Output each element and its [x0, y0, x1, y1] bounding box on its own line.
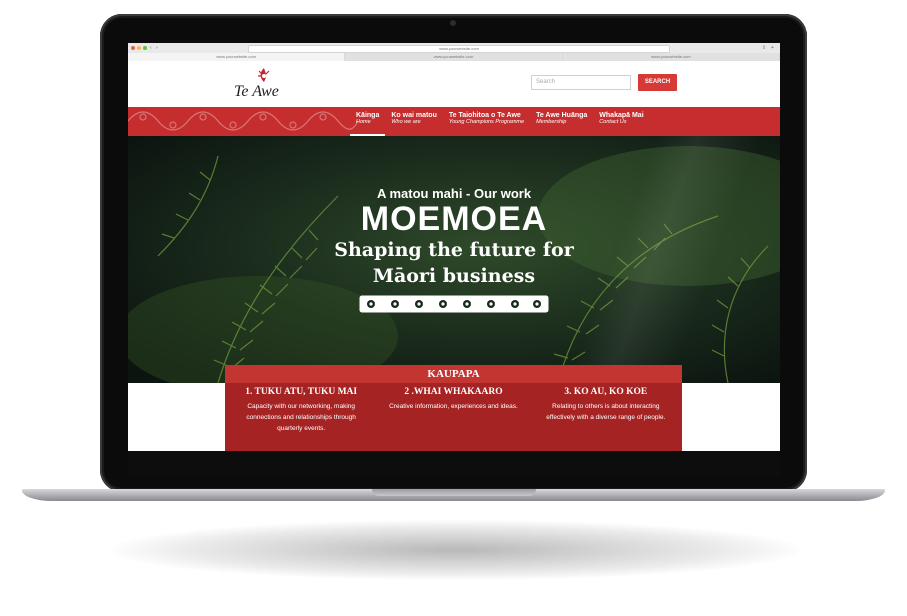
site-header: Te Awe Search SEARCH: [128, 61, 780, 107]
hero-subtitle-line2: Māori business: [372, 265, 536, 287]
nav-item-who-we-are[interactable]: Ko wai matou Who we are: [385, 107, 443, 136]
minimize-icon[interactable]: [137, 46, 141, 50]
nav-sublabel: Membership: [536, 119, 567, 125]
kaupapa-column: 2 .WHAI WHAKAARO Creative information, e…: [377, 387, 529, 434]
nav-item-membership[interactable]: Te Awe Huānga Membership: [530, 107, 593, 136]
camera-icon: [450, 20, 456, 26]
kaupapa-column-text: Capacity with our networking, making con…: [246, 403, 356, 432]
decorative-band-icon: [359, 295, 549, 313]
search-input[interactable]: Search: [531, 75, 631, 90]
hero-text: A matou mahi - Our work MOEMOEA Shaping …: [128, 186, 780, 313]
kaupapa-heading: KAUPAPA: [225, 365, 682, 383]
kaupapa-column: 1. TUKU ATU, TUKU MAI Capacity with our …: [225, 387, 377, 434]
hero-title: MOEMOEA: [360, 200, 548, 238]
nav-label: Kāinga: [356, 112, 380, 119]
screen-bezel-bottom: [128, 451, 780, 477]
nav-item-contact[interactable]: Whakapā Mai Contact Us: [593, 107, 649, 136]
share-icon[interactable]: ⇪: [762, 45, 766, 51]
main-nav: Kāinga Home Ko wai matou Who we are Te T…: [128, 107, 780, 136]
kaupapa-column-text: Creative information, experiences and id…: [389, 403, 518, 410]
nav-sublabel: Home: [356, 119, 371, 125]
tab-strip: www.yourwebsite.com www.yourwebsite.com …: [128, 53, 780, 61]
nav-item-home[interactable]: Kāinga Home: [350, 107, 386, 136]
kaupapa-column-text: Relating to others is about interacting …: [546, 403, 666, 421]
nav-item-young-champions[interactable]: Te Taiohitoa o Te Awe Young Champions Pr…: [443, 107, 530, 136]
nav-sublabel: Who we are: [391, 119, 421, 125]
close-icon[interactable]: [131, 46, 135, 50]
maximize-icon[interactable]: [143, 46, 147, 50]
laptop-screen: ‹ › www.yourwebsite.com ⇪ + www.yourwebs…: [128, 43, 780, 451]
logo-text: Te Awe: [234, 83, 279, 100]
search-button[interactable]: SEARCH: [638, 74, 677, 91]
kaupapa-column: 3. KO AU, KO KOE Relating to others is a…: [530, 387, 682, 434]
kaupapa-column-title: 1. TUKU ATU, TUKU MAI: [245, 387, 358, 397]
nav-label: Te Awe Huānga: [536, 112, 588, 119]
laptop-shadow: [110, 520, 800, 580]
browser-tab[interactable]: www.yourwebsite.com: [128, 53, 346, 61]
new-tab-icon[interactable]: +: [771, 45, 774, 51]
url-bar[interactable]: www.yourwebsite.com: [248, 45, 670, 53]
nav-label: Whakapā Mai: [599, 112, 644, 119]
back-icon[interactable]: ‹: [150, 45, 152, 51]
window-controls: [131, 46, 147, 50]
hero-kicker: A matou mahi - Our work: [376, 186, 532, 201]
te-awe-logo[interactable]: Te Awe: [234, 67, 294, 103]
kaupapa-columns: 1. TUKU ATU, TUKU MAI Capacity with our …: [225, 383, 682, 434]
nav-label: Ko wai matou: [391, 112, 437, 119]
browser-tab[interactable]: www.yourwebsite.com: [345, 53, 563, 61]
kaupapa-column-title: 2 .WHAI WHAKAARO: [404, 387, 503, 397]
nav-sublabel: Contact Us: [599, 119, 627, 125]
nav-items: Kāinga Home Ko wai matou Who we are Te T…: [350, 107, 650, 136]
kowhaiwhai-pattern-icon: [128, 111, 358, 131]
nav-label: Te Taiohitoa o Te Awe: [448, 112, 521, 119]
hero-subtitle-line1: Shaping the future for: [334, 239, 574, 261]
kaupapa-panel: KAUPAPA 1. TUKU ATU, TUKU MAI Capacity w…: [225, 365, 682, 451]
browser-tab[interactable]: www.yourwebsite.com: [562, 53, 780, 61]
kaupapa-column-title: 3. KO AU, KO KOE: [564, 387, 648, 397]
forward-icon[interactable]: ›: [156, 45, 158, 51]
nav-sublabel: Young Champions Programme: [448, 119, 525, 125]
hero-banner: A matou mahi - Our work MOEMOEA Shaping …: [128, 136, 780, 383]
laptop-notch: [372, 489, 536, 496]
browser-chrome: ‹ › www.yourwebsite.com ⇪ + www.yourwebs…: [128, 43, 780, 62]
